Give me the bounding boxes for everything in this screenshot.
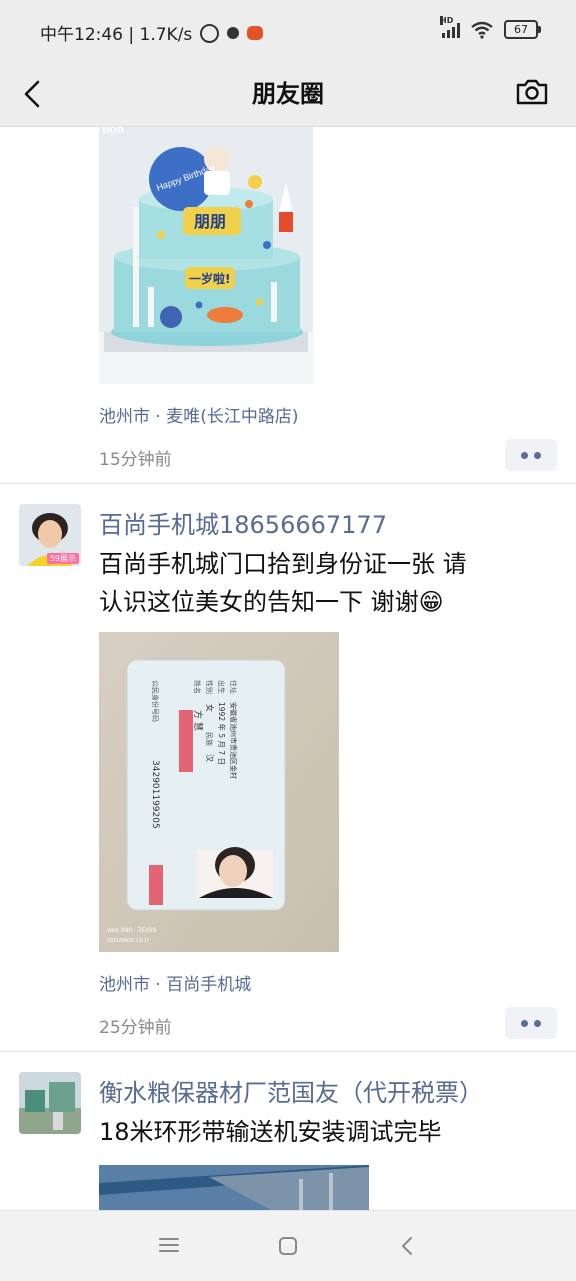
post-text-line-1: 百尚手机城门口拾到身份证一张 请 bbox=[99, 550, 467, 578]
cake-name-text: 朋朋 bbox=[194, 212, 226, 231]
id-birth-value: 1992 年 5 月 7 日 bbox=[217, 702, 227, 765]
post-time: 25分钟前 bbox=[99, 1018, 172, 1038]
post-time: 15分钟前 bbox=[99, 450, 172, 470]
moments-feed[interactable]: tion Happy Birthday 朋朋 一岁啦! 池州市 · 麦唯(长江中… bbox=[0, 127, 576, 1210]
page-title: 朋友圈 bbox=[252, 80, 324, 108]
id-name-value: 方 慧 bbox=[192, 710, 204, 731]
camera-icon[interactable] bbox=[514, 74, 550, 110]
battery-icon: 67 bbox=[504, 20, 541, 39]
home-icon[interactable] bbox=[277, 1235, 299, 1257]
post-photo-id-card[interactable]: 姓名 方 慧 性别 女 民族 汉 出生 1992 年 5 月 7 日 住址 安徽… bbox=[99, 632, 339, 952]
menu-icon[interactable] bbox=[158, 1235, 180, 1255]
system-navigation-bar bbox=[0, 1210, 576, 1281]
more-actions-button[interactable] bbox=[505, 439, 557, 471]
id-addr-value: 安徽省池州市贵池区金村 bbox=[229, 702, 238, 779]
cake-label-text: 一岁啦! bbox=[189, 271, 230, 286]
post-divider bbox=[0, 1051, 576, 1052]
status-bar: 中午12:46 | 1.7K/s HD 67 bbox=[0, 0, 576, 62]
battery-level: 67 bbox=[514, 23, 528, 36]
post-photo-cake[interactable]: tion Happy Birthday 朋朋 一岁啦! bbox=[99, 127, 313, 384]
id-sex-label: 性别 bbox=[205, 680, 214, 694]
top-nav-bar: 朋友圈 bbox=[0, 62, 576, 127]
post-location[interactable]: 池州市 · 百尚手机城 bbox=[99, 970, 251, 995]
more-actions-button[interactable] bbox=[505, 1007, 557, 1039]
post-text-line-1: 18米环形带输送机安装调试完毕 bbox=[99, 1118, 442, 1146]
back-icon[interactable] bbox=[398, 1235, 418, 1257]
hd-label: HD bbox=[440, 15, 454, 25]
id-birth-label: 出生 bbox=[217, 680, 226, 694]
post-photo-conveyor[interactable] bbox=[99, 1165, 369, 1210]
avatar[interactable]: 59展示 bbox=[19, 504, 81, 566]
photo-watermark: vivo X60 · ZEISS bbox=[107, 927, 157, 934]
wifi-icon bbox=[471, 21, 493, 39]
app-notification-icon bbox=[247, 25, 264, 40]
id-sex-value: 女 bbox=[205, 704, 215, 712]
id-ethnic-label: 民族 bbox=[205, 732, 214, 746]
post-author[interactable]: 百尚手机城18656667177 bbox=[99, 505, 387, 540]
post-text-line-2: 认识这位美女的告知一下 谢谢😁 bbox=[99, 588, 444, 616]
photo-watermark-date: 2021/04/22 12:17 bbox=[107, 938, 150, 944]
status-time: 中午12:46 | 1.7K/s bbox=[40, 25, 193, 45]
avatar[interactable] bbox=[19, 1072, 81, 1134]
photo-corner-text: tion bbox=[102, 127, 124, 136]
id-number-value: 342901199205 bbox=[150, 760, 160, 829]
post-author[interactable]: 衡水粮保器材厂范国友（代开税票） bbox=[99, 1073, 483, 1108]
id-name-label: 姓名 bbox=[193, 680, 202, 694]
post-location[interactable]: 池州市 · 麦唯(长江中路店) bbox=[99, 402, 298, 427]
cell-signal-icon: HD bbox=[440, 15, 460, 38]
id-number-label: 公民身份号码 bbox=[151, 680, 160, 722]
post-divider bbox=[0, 483, 576, 484]
notification-dot-icon bbox=[227, 26, 240, 39]
id-ethnic-value: 汉 bbox=[205, 754, 214, 762]
alarm-icon bbox=[200, 24, 220, 43]
avatar-badge: 59展示 bbox=[46, 553, 79, 564]
id-addr-label: 住址 bbox=[229, 680, 238, 694]
